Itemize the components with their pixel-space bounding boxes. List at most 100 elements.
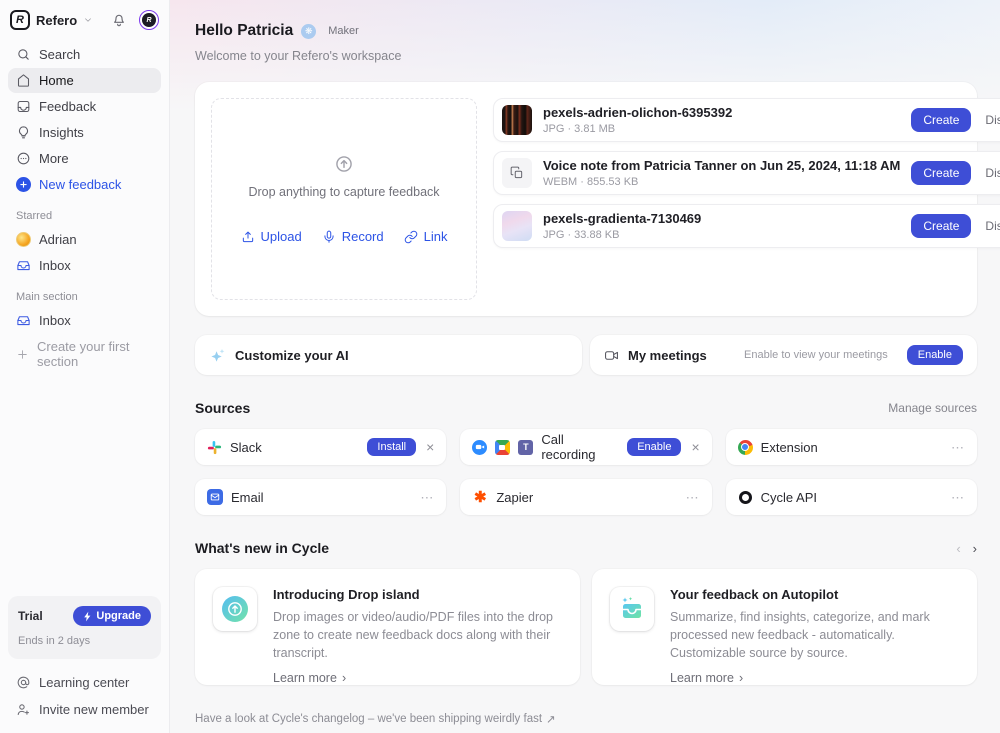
- carousel-next-icon[interactable]: ›: [973, 541, 977, 556]
- install-slack-button[interactable]: Install: [367, 438, 416, 456]
- user-avatar[interactable]: R: [139, 10, 159, 30]
- upgrade-label: Upgrade: [96, 610, 141, 622]
- upload-icon: [241, 230, 255, 244]
- zoom-icon: [472, 440, 487, 455]
- source-card-extension[interactable]: Extension ⋯: [726, 429, 977, 465]
- more-options-icon[interactable]: ⋯: [420, 491, 434, 504]
- source-card-call-recording[interactable]: T Call recording Enable ×: [460, 429, 711, 465]
- new-feedback-label: New feedback: [39, 177, 121, 192]
- sidebar-item-feedback[interactable]: Feedback: [8, 94, 161, 119]
- my-meetings-card[interactable]: My meetings Enable to view your meetings…: [590, 335, 977, 375]
- at-sign-icon: [16, 675, 31, 690]
- sidebar: R Refero R Search Home Feedback Insights: [0, 0, 170, 733]
- drop-zone-text: Drop anything to capture feedback: [248, 185, 439, 199]
- file-title: pexels-adrien-olichon-6395392: [543, 105, 732, 120]
- inbox-icon: [16, 258, 31, 273]
- changelog-text: Have a look at Cycle's changelog – we've…: [195, 713, 542, 725]
- learn-more-link[interactable]: Learn more ›: [273, 671, 562, 685]
- create-button[interactable]: Create: [911, 108, 971, 132]
- file-title: Voice note from Patricia Tanner on Jun 2…: [543, 158, 900, 173]
- sidebar-item-main-inbox[interactable]: Inbox: [8, 308, 161, 333]
- sidebar-item-insights[interactable]: Insights: [8, 120, 161, 145]
- sidebar-item-label: Feedback: [39, 99, 96, 114]
- whats-new-grid: Introducing Drop island Drop images or v…: [195, 569, 977, 685]
- feedback-item-row[interactable]: pexels-adrien-olichon-6395392 JPG · 3.81…: [493, 98, 1000, 142]
- news-title: Introducing Drop island: [273, 587, 562, 602]
- role-label: Maker: [328, 25, 359, 37]
- inbox-icon: [16, 313, 31, 328]
- enable-meetings-button[interactable]: Enable: [907, 345, 963, 365]
- changelog-link[interactable]: Have a look at Cycle's changelog – we've…: [195, 712, 977, 726]
- ms-teams-icon: T: [518, 440, 533, 455]
- file-thumbnail: [502, 211, 532, 241]
- sidebar-item-search[interactable]: Search: [8, 42, 161, 67]
- external-link-icon: ↗: [546, 712, 556, 726]
- meetings-hint: Enable to view your meetings: [744, 349, 888, 361]
- news-body: Summarize, find insights, categorize, an…: [670, 608, 959, 662]
- email-icon: [207, 489, 223, 505]
- sidebar-item-more[interactable]: More: [8, 146, 161, 171]
- notifications-bell-icon[interactable]: [111, 12, 127, 28]
- discard-button[interactable]: Discard: [985, 166, 1000, 180]
- sidebar-item-starred-inbox[interactable]: Inbox: [8, 253, 161, 278]
- starred-section-label: Starred: [8, 198, 161, 227]
- sidebar-item-adrian[interactable]: Adrian: [8, 227, 161, 252]
- sources-title: Sources: [195, 400, 250, 416]
- workspace-name: Refero: [36, 13, 77, 28]
- create-section-button[interactable]: Create your first section: [8, 334, 161, 374]
- source-name: Slack: [230, 440, 262, 455]
- news-card-autopilot[interactable]: Your feedback on Autopilot Summarize, fi…: [592, 569, 977, 685]
- news-card-drop-island[interactable]: Introducing Drop island Drop images or v…: [195, 569, 580, 685]
- source-card-email[interactable]: Email ⋯: [195, 479, 446, 515]
- discard-button[interactable]: Discard: [985, 219, 1000, 233]
- more-options-icon[interactable]: ⋯: [951, 441, 965, 454]
- learning-center-button[interactable]: Learning center: [8, 669, 161, 696]
- create-button[interactable]: Create: [911, 161, 971, 185]
- learn-more-link[interactable]: Learn more ›: [670, 671, 959, 685]
- source-card-slack[interactable]: Slack Install ×: [195, 429, 446, 465]
- create-section-label: Create your first section: [37, 339, 153, 369]
- learn-more-label: Learn more: [670, 671, 734, 685]
- source-name: Cycle API: [761, 490, 817, 505]
- link-button[interactable]: Link: [404, 229, 448, 244]
- chrome-icon: [738, 440, 753, 455]
- carousel-prev-icon[interactable]: ‹: [956, 541, 960, 556]
- close-icon[interactable]: ×: [426, 440, 434, 454]
- sidebar-item-home[interactable]: Home: [8, 68, 161, 93]
- trial-label: Trial: [18, 609, 43, 623]
- more-options-icon[interactable]: ⋯: [951, 491, 965, 504]
- source-card-zapier[interactable]: ✱ Zapier ⋯: [460, 479, 711, 515]
- source-name: Zapier: [496, 490, 533, 505]
- create-button[interactable]: Create: [911, 214, 971, 238]
- source-card-cycle-api[interactable]: Cycle API ⋯: [726, 479, 977, 515]
- enable-call-recording-button[interactable]: Enable: [627, 438, 681, 456]
- feedback-item-row[interactable]: pexels-gradienta-7130469 JPG · 33.88 KB …: [493, 204, 1000, 248]
- drop-zone[interactable]: Drop anything to capture feedback Upload…: [211, 98, 477, 300]
- maker-badge-icon: ❋: [301, 24, 316, 39]
- manage-sources-link[interactable]: Manage sources: [888, 401, 977, 415]
- chevron-right-icon: ›: [739, 671, 743, 685]
- copy-icon: [510, 166, 524, 180]
- upload-button[interactable]: Upload: [241, 229, 302, 244]
- source-name: Extension: [761, 440, 818, 455]
- more-options-icon[interactable]: ⋯: [686, 491, 700, 504]
- close-icon[interactable]: ×: [691, 440, 699, 454]
- customize-ai-card[interactable]: Customize your AI: [195, 335, 582, 375]
- workspace-switcher[interactable]: R Refero R: [8, 8, 161, 42]
- feedback-item-row[interactable]: Voice note from Patricia Tanner on Jun 2…: [493, 151, 1000, 195]
- link-label: Link: [424, 229, 448, 244]
- discard-button[interactable]: Discard: [985, 113, 1000, 127]
- page-header: Hello Patricia ❋ Maker: [195, 0, 977, 40]
- drop-island-icon: [213, 587, 257, 631]
- record-button[interactable]: Record: [322, 229, 384, 244]
- greeting-title: Hello Patricia: [195, 22, 293, 40]
- sidebar-item-label: Search: [39, 47, 80, 62]
- link-icon: [404, 230, 418, 244]
- news-body: Drop images or video/audio/PDF files int…: [273, 608, 562, 662]
- upgrade-button[interactable]: Upgrade: [73, 606, 151, 626]
- sidebar-item-label: Adrian: [39, 232, 77, 247]
- my-meetings-label: My meetings: [628, 348, 707, 363]
- new-feedback-button[interactable]: New feedback: [8, 172, 161, 197]
- more-circle-icon: [16, 151, 31, 166]
- invite-member-button[interactable]: Invite new member: [8, 696, 161, 723]
